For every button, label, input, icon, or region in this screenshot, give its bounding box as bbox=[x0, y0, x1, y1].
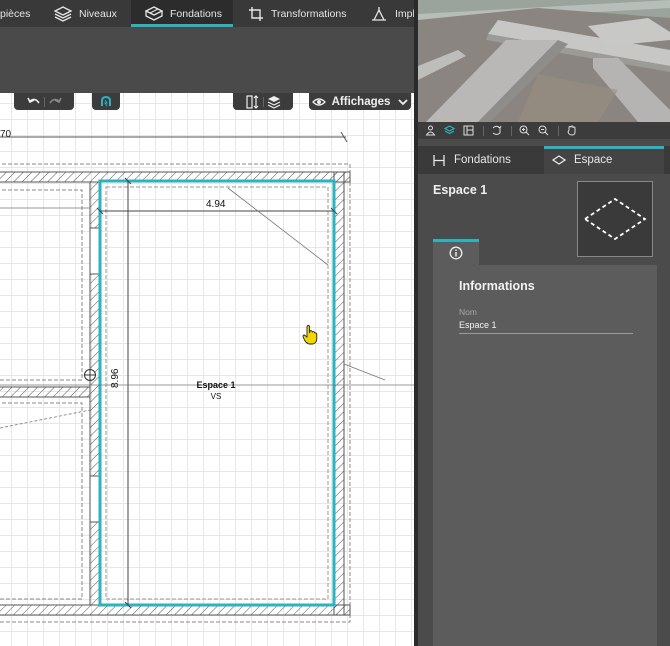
tab-niveaux[interactable]: Niveaux bbox=[54, 0, 130, 27]
rotate-icon bbox=[492, 125, 502, 135]
tab-pieces-label: pièces bbox=[0, 7, 31, 20]
tab-implantation[interactable]: Impla bbox=[370, 0, 416, 27]
width-dimension-label: 4.94 bbox=[206, 199, 226, 210]
zoom-in-button[interactable] bbox=[516, 122, 533, 139]
redo-button[interactable] bbox=[45, 93, 65, 110]
top-dimension-label: 70 bbox=[0, 129, 12, 140]
hand-cursor-icon bbox=[302, 325, 318, 345]
space-thumbnail bbox=[577, 181, 653, 257]
chevron-down-icon bbox=[398, 98, 409, 105]
displays-label: Affichages bbox=[331, 95, 391, 108]
person-view-button[interactable] bbox=[422, 122, 439, 139]
levels-icon bbox=[54, 5, 72, 22]
tab-transformations-label: Transformations bbox=[271, 7, 347, 20]
transform-icon bbox=[249, 6, 263, 21]
orbit-icon bbox=[444, 125, 455, 135]
zoom-out-icon bbox=[538, 125, 549, 136]
floor-plan bbox=[0, 131, 416, 623]
preview-toolbar bbox=[418, 122, 670, 139]
info-icon bbox=[449, 246, 463, 260]
undo-redo-group bbox=[14, 93, 74, 110]
person-icon bbox=[425, 125, 436, 136]
layers-icon bbox=[267, 95, 280, 109]
tab-niveaux-label: Niveaux bbox=[79, 7, 117, 20]
orbit-view-button[interactable] bbox=[441, 122, 458, 139]
tab-fondations[interactable]: Fondations bbox=[131, 0, 233, 27]
preview-separator bbox=[558, 125, 559, 136]
undo-button[interactable] bbox=[24, 93, 44, 110]
tab-pieces[interactable]: pièces bbox=[0, 0, 40, 27]
layers-button[interactable] bbox=[264, 93, 284, 110]
view-tools-group bbox=[233, 93, 293, 110]
dimension-icon bbox=[245, 94, 258, 109]
tab-panel-fondations[interactable]: Fondations bbox=[418, 146, 544, 174]
preview-separator bbox=[483, 125, 484, 136]
redo-icon bbox=[48, 97, 62, 103]
displays-group: Affichages bbox=[309, 93, 411, 110]
foundation-icon bbox=[433, 154, 445, 166]
tab-transformations[interactable]: Transformations bbox=[248, 0, 358, 27]
magnet-button[interactable] bbox=[96, 93, 116, 110]
tab-panel-espace[interactable]: Espace bbox=[544, 146, 664, 174]
space-name-label: Espace 1 bbox=[196, 380, 236, 390]
implantation-icon bbox=[372, 6, 386, 21]
space-sub-label: VS bbox=[210, 392, 222, 401]
pan-button[interactable] bbox=[563, 122, 580, 139]
plan-icon bbox=[463, 125, 474, 136]
name-field[interactable]: Espace 1 bbox=[459, 320, 633, 334]
tab-fondations-label: Fondations bbox=[170, 7, 222, 20]
tab-panel-espace-label: Espace bbox=[574, 154, 613, 166]
dimension-tool-button[interactable] bbox=[243, 93, 263, 110]
3d-preview[interactable] bbox=[418, 0, 670, 122]
zoom-out-button[interactable] bbox=[535, 122, 552, 139]
info-tab[interactable] bbox=[433, 239, 479, 265]
magnet-group bbox=[92, 93, 120, 110]
magnet-icon bbox=[101, 95, 111, 106]
object-title: Espace 1 bbox=[433, 183, 488, 197]
preview-separator bbox=[511, 125, 512, 136]
info-title: Informations bbox=[459, 279, 535, 293]
panel-tabs: Fondations Espace bbox=[418, 146, 670, 174]
tab-panel-fondations-label: Fondations bbox=[454, 154, 511, 166]
zoom-in-icon bbox=[519, 125, 530, 136]
displays-dropdown[interactable]: Affichages bbox=[304, 96, 417, 108]
toolbar-area bbox=[0, 27, 416, 93]
3d-foundation-render bbox=[418, 0, 670, 122]
eye-icon bbox=[311, 97, 326, 106]
height-dimension-label: 8.96 bbox=[110, 368, 121, 388]
foundations-icon bbox=[145, 5, 163, 21]
move-handle-icon[interactable] bbox=[83, 368, 97, 382]
plan-canvas[interactable]: 70 4.94 8.96 Espace 1 VS bbox=[0, 93, 416, 646]
hand-icon bbox=[567, 125, 576, 136]
space-icon bbox=[552, 155, 566, 165]
top-tab-bar: pièces Niveaux Fondations Transformation… bbox=[0, 0, 416, 27]
rotate-view-button[interactable] bbox=[488, 122, 505, 139]
plan-view-button[interactable] bbox=[460, 122, 477, 139]
undo-icon bbox=[26, 97, 40, 103]
name-field-label: Nom bbox=[459, 307, 477, 317]
tab-implantation-label: Impla bbox=[395, 7, 416, 20]
space-diamond-icon bbox=[583, 197, 647, 241]
